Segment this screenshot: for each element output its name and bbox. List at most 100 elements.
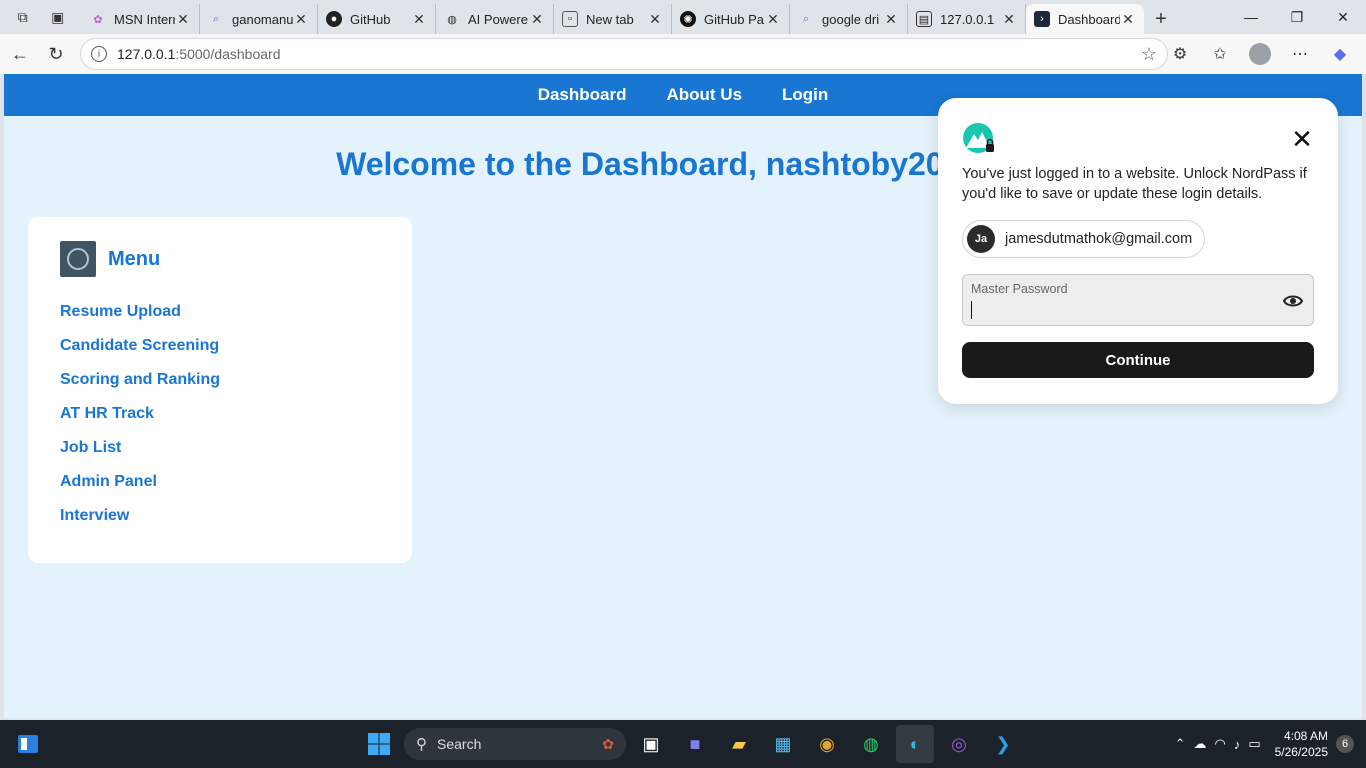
onedrive-icon[interactable]: ☁ xyxy=(1193,736,1206,752)
menu-list: Resume Upload Candidate Screening Scorin… xyxy=(60,295,380,533)
close-icon[interactable]: ✕ xyxy=(1001,11,1017,28)
profile-avatar-icon[interactable] xyxy=(1249,43,1271,65)
close-icon[interactable]: ✕ xyxy=(647,11,663,28)
url-path: :5000/dashboard xyxy=(175,46,281,62)
back-icon[interactable]: ← xyxy=(2,38,38,70)
close-icon[interactable]: ✕ xyxy=(1290,126,1314,152)
nav-about-us[interactable]: About Us xyxy=(666,85,742,105)
close-icon[interactable]: ✕ xyxy=(293,11,309,28)
search-highlight-icon: ✿ xyxy=(602,735,614,752)
vscode-icon[interactable]: ❯ xyxy=(984,725,1022,763)
account-chip[interactable]: Ja jamesdutmathok@gmail.com xyxy=(962,220,1206,258)
tab-github-pages[interactable]: ✺ GitHub Pa ✕ xyxy=(672,4,790,34)
task-view-icon[interactable]: ▣ xyxy=(632,725,670,763)
tab-title: GitHub xyxy=(350,11,391,27)
tab-localhost[interactable]: ▤ 127.0.0.1 ✕ xyxy=(908,4,1026,34)
teams-meet-icon[interactable]: ■ xyxy=(676,725,714,763)
msn-butterfly-icon: ✿ xyxy=(93,13,103,26)
close-icon[interactable]: ✕ xyxy=(1120,11,1136,28)
windows-start-icon[interactable] xyxy=(360,725,398,763)
tab-new-tab[interactable]: ▫ New tab ✕ xyxy=(554,4,672,34)
battery-icon[interactable]: ▭ xyxy=(1248,736,1260,752)
menu-card: Menu Resume Upload Candidate Screening S… xyxy=(28,217,412,563)
tab-msn[interactable]: ✿ MSN Interr ✕ xyxy=(82,4,200,34)
notification-count-badge[interactable]: 6 xyxy=(1336,735,1354,753)
more-options-icon[interactable]: ⋯ xyxy=(1282,38,1318,70)
search-icon: ⌕ xyxy=(802,12,810,25)
menu-item-scoring-ranking[interactable]: Scoring and Ranking xyxy=(60,363,380,397)
close-icon[interactable]: ✕ xyxy=(175,11,191,28)
nordpass-logo-icon xyxy=(963,123,994,153)
restore-icon[interactable]: ❐ xyxy=(1274,0,1320,34)
volume-icon[interactable]: ♪ xyxy=(1234,737,1241,752)
tab-google-drive[interactable]: ⌕ google dri ✕ xyxy=(790,4,908,34)
chrome-icon[interactable]: ◉ xyxy=(808,725,846,763)
clock[interactable]: 4:08 AM 5/26/2025 xyxy=(1275,728,1328,760)
nordpass-header: ✕ xyxy=(962,122,1314,156)
widgets-icon[interactable] xyxy=(16,732,40,756)
address-bar[interactable]: i 127.0.0.1:5000/dashboard ☆ xyxy=(80,38,1168,70)
tab-dashboard[interactable]: › Dashboard ✕ xyxy=(1026,4,1144,34)
menu-item-candidate-screening[interactable]: Candidate Screening xyxy=(60,329,380,363)
refresh-icon[interactable]: ↻ xyxy=(38,38,74,70)
tab-title: google dri xyxy=(822,11,880,27)
favorites-icon[interactable]: ✩ xyxy=(1202,38,1238,70)
tab-title: New tab xyxy=(586,11,634,27)
menu-item-admin-panel[interactable]: Admin Panel xyxy=(60,465,380,499)
close-window-icon[interactable]: ✕ xyxy=(1320,0,1366,34)
tab-title: AI Powere xyxy=(468,11,528,27)
clock-time: 4:08 AM xyxy=(1283,729,1328,743)
text-caret xyxy=(971,301,972,319)
tab-title: ganomanu xyxy=(232,11,293,27)
clock-date: 5/26/2025 xyxy=(1274,745,1328,759)
continue-button[interactable]: Continue xyxy=(962,342,1314,378)
menu-item-at-hr-track[interactable]: AT HR Track xyxy=(60,397,380,431)
tab-ai-powered[interactable]: ◍ AI Powere ✕ xyxy=(436,4,554,34)
minimize-icon[interactable]: — xyxy=(1228,0,1274,34)
site-info-icon[interactable]: i xyxy=(91,46,107,62)
copilot-icon[interactable]: ◆ xyxy=(1322,38,1358,70)
tab-github[interactable]: ● GitHub ✕ xyxy=(318,4,436,34)
close-icon[interactable]: ✕ xyxy=(529,11,545,28)
nordpass-message: You've just logged in to a website. Unlo… xyxy=(962,166,1307,202)
tab-actions: ⧉ ▣ xyxy=(0,0,82,34)
extensions-icon[interactable]: ⚙ xyxy=(1162,38,1198,70)
microsoft-store-icon[interactable]: ▦ xyxy=(764,725,802,763)
windows-taskbar: ⚲ Search ✿ ▣ ■ ▰ ▦ ◉ ◍ ◐ ◎ ❯ ⌃ ☁ ◠ ♪ ▭ 4… xyxy=(0,720,1366,768)
browser-actions: ⚙ ✩ ⋯ ◆ xyxy=(1162,38,1358,70)
nav-dashboard[interactable]: Dashboard xyxy=(538,85,627,105)
url-host: 127.0.0.1 xyxy=(117,46,176,62)
whatsapp-icon[interactable]: ◍ xyxy=(852,725,890,763)
master-password-field[interactable]: Master Password xyxy=(962,274,1314,326)
file-explorer-icon[interactable]: ▰ xyxy=(720,725,758,763)
menu-item-job-list[interactable]: Job List xyxy=(60,431,380,465)
close-icon[interactable]: ✕ xyxy=(883,11,899,28)
chatgpt-icon: ✺ xyxy=(680,11,696,27)
close-icon[interactable]: ✕ xyxy=(411,11,427,28)
close-icon[interactable]: ✕ xyxy=(765,11,781,28)
menu-item-resume-upload[interactable]: Resume Upload xyxy=(60,295,380,329)
menu-header: Menu xyxy=(60,241,380,277)
menu-title: Menu xyxy=(108,247,161,270)
taskbar-search-label: Search xyxy=(437,736,482,752)
tor-browser-icon[interactable]: ◎ xyxy=(940,725,978,763)
tab-ganomanu[interactable]: ⌕ ganomanu ✕ xyxy=(200,4,318,34)
vertical-tabs-icon[interactable]: ▣ xyxy=(51,9,64,26)
tab-title: GitHub Pa xyxy=(704,11,764,27)
menu-item-interview[interactable]: Interview xyxy=(60,499,380,533)
document-icon: ▤ xyxy=(916,11,932,27)
browser-toolbar: ← ↻ i 127.0.0.1:5000/dashboard ☆ ⚙ ✩ ⋯ ◆ xyxy=(0,34,1366,74)
favorite-star-icon[interactable]: ☆ xyxy=(1141,44,1157,65)
wifi-icon[interactable]: ◠ xyxy=(1214,736,1225,752)
edge-icon[interactable]: ◐ xyxy=(896,725,934,763)
terminal-icon: › xyxy=(1034,11,1050,27)
new-tab-icon: ▫ xyxy=(562,11,578,27)
nav-login[interactable]: Login xyxy=(782,85,828,105)
system-tray: ⌃ ☁ ◠ ♪ ▭ 4:08 AM 5/26/2025 6 xyxy=(1175,720,1354,768)
taskbar-search[interactable]: ⚲ Search ✿ xyxy=(404,728,626,760)
show-password-eye-icon[interactable] xyxy=(1283,291,1303,311)
avatar: Ja xyxy=(967,225,995,253)
show-hidden-icons-icon[interactable]: ⌃ xyxy=(1175,736,1186,752)
new-tab-button[interactable]: + xyxy=(1144,4,1178,34)
workspaces-icon[interactable]: ⧉ xyxy=(18,9,28,26)
